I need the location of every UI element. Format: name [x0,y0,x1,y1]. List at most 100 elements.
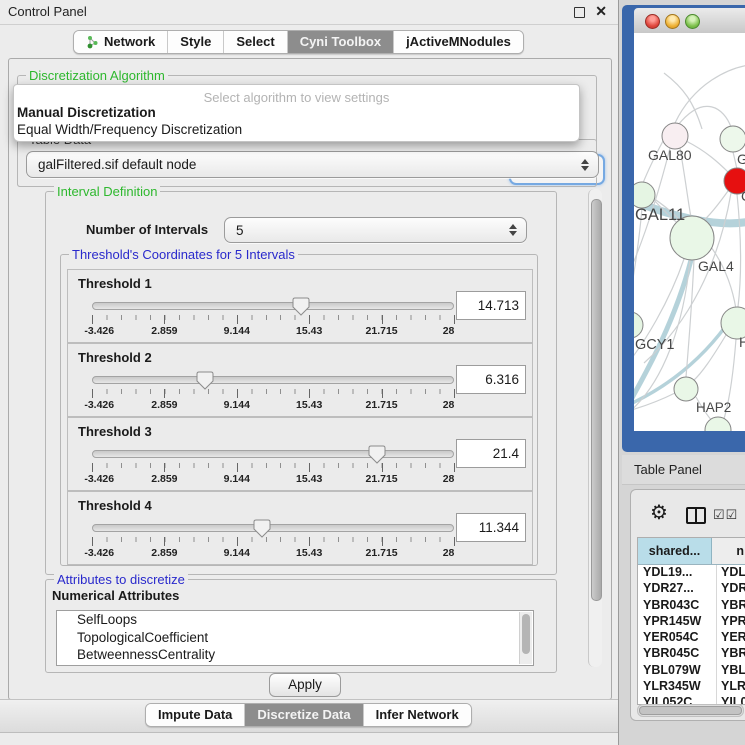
pane-scrollbar-thumb[interactable] [591,199,602,601]
network-node-hap2[interactable] [674,377,698,401]
slider-track[interactable] [92,450,454,458]
pane-scrollbar[interactable] [588,189,602,667]
slider-tick-labels: -3.426 2.859 9.144 15.43 21.715 28 [92,325,454,337]
table-row[interactable]: YBR045CYBR0 [638,646,745,662]
table-data-combobox[interactable]: galFiltered.sif default node [26,151,599,178]
network-graph: GAL80 G C GAL11 GAL4 GCY1 H HAP2 [634,33,745,431]
tab-discretize-data[interactable]: Discretize Data [245,704,363,726]
split-columns-icon[interactable] [686,507,706,524]
control-panel-titlebar: Control Panel ✕ [0,0,618,25]
tab-infer-network[interactable]: Infer Network [364,704,471,726]
table-row[interactable]: YDL19...YDL1 [638,565,745,581]
number-of-intervals-value: 5 [236,223,244,238]
control-panel-tabs: Network Style Select Cyni Toolbox jActiv… [73,30,524,54]
table-horizontal-scrollbar[interactable] [637,704,744,717]
apply-button[interactable]: Apply [269,673,341,697]
table-row[interactable]: YPR145WYPR1 [638,614,745,630]
dropdown-option-equal-width[interactable]: Equal Width/Frequency Discretization [16,122,577,139]
attributes-group-label: Attributes to discretize [54,572,188,587]
dropdown-option-manual-discretization[interactable]: Manual Discretization [16,105,577,122]
gear-icon[interactable]: ⚙ [650,503,668,523]
slider-track[interactable] [92,376,454,384]
slider-ticks [92,389,454,398]
attributes-group: Attributes to discretize Numerical Attri… [45,579,557,673]
slider-tick-labels: -3.426 2.859 9.144 15.43 21.715 28 [92,399,454,411]
zoom-traffic-light[interactable] [685,14,700,29]
list-item[interactable]: SelfLoops [57,611,533,629]
threshold-1-panel: Threshold 1 -3.426 [67,269,533,343]
checkbox-icons[interactable]: ☑☑ [713,507,738,523]
table-row[interactable]: YER054CYER0 [638,630,745,646]
node-label-clipped: G [737,151,745,167]
combo-arrows-icon [581,159,589,171]
threshold-3-value-field[interactable]: 21.4 [456,439,526,468]
combo-arrows-icon [509,224,517,236]
threshold-1-label: Threshold 1 [78,276,152,291]
tab-style[interactable]: Style [168,31,224,53]
threshold-3-slider: -3.426 2.859 9.144 15.43 21.715 28 [92,448,454,484]
table-row[interactable]: YBR043CYBR0 [638,598,745,614]
list-item[interactable]: TopologicalCoefficient [57,629,533,647]
threshold-2-label: Threshold 2 [78,350,152,365]
close-traffic-light[interactable] [645,14,660,29]
threshold-1-slider: -3.426 2.859 9.144 15.43 21.715 28 [92,300,454,336]
cyni-toolbox-pane: Discretization Algorithm Table Data galF… [8,58,612,700]
network-node[interactable] [705,417,731,431]
table-panel-title: Table Panel [634,462,702,477]
numerical-attributes-list[interactable]: SelfLoops TopologicalCoefficient Between… [56,610,534,666]
network-node[interactable] [720,126,745,152]
control-panel-title: Control Panel [8,4,87,19]
cyni-bottom-tabs: Impute Data Discretize Data Infer Networ… [145,703,472,727]
node-label-gal80: GAL80 [648,147,692,163]
tab-jactivemnodules[interactable]: jActiveMNodules [394,31,523,53]
threshold-2-panel: Threshold 2 -3.426 [67,343,533,417]
tab-network-label: Network [104,34,155,49]
list-item[interactable]: BetweennessCentrality [57,646,533,664]
tab-network[interactable]: Network [74,31,168,53]
tab-impute-data[interactable]: Impute Data [146,704,245,726]
numerical-attributes-label: Numerical Attributes [52,588,179,603]
thresholds-group: Threshold's Coordinates for 5 Intervals … [60,254,538,566]
algorithm-dropdown-popup: Select algorithm to view settings Manual… [13,84,580,142]
threshold-2-value-field[interactable]: 6.316 [456,365,526,394]
slider-tick-labels: -3.426 2.859 9.144 15.43 21.715 28 [92,547,454,559]
discretization-algorithm-label: Discretization Algorithm [26,68,168,83]
slider-tick-labels: -3.426 2.859 9.144 15.43 21.715 28 [92,473,454,485]
network-canvas[interactable]: GAL80 G C GAL11 GAL4 GCY1 H HAP2 [634,33,745,431]
table-header-row: shared... n [638,538,745,565]
list-scrollbar[interactable] [519,612,532,664]
network-icon [86,35,99,49]
number-of-intervals-label: Number of Intervals [86,222,208,237]
node-label-gcy1: GCY1 [635,337,675,353]
slider-track[interactable] [92,524,454,532]
tab-select[interactable]: Select [224,31,287,53]
close-icon[interactable]: ✕ [595,3,607,20]
network-view-window: GAL80 G C GAL11 GAL4 GCY1 H HAP2 [622,5,745,452]
threshold-3-panel: Threshold 3 -3.426 [67,417,533,491]
node-label-hap2: HAP2 [696,400,731,415]
node-attribute-table[interactable]: shared... n YDL19...YDL1 YDR27...YDR2 YB… [637,537,745,705]
threshold-3-label: Threshold 3 [78,424,152,439]
threshold-1-value-field[interactable]: 14.713 [456,291,526,320]
minimize-traffic-light[interactable] [665,14,680,29]
control-panel: Control Panel ✕ Network Style Select Cyn… [0,0,619,745]
number-of-intervals-combobox[interactable]: 5 [224,217,527,243]
network-node-gal11[interactable] [634,182,655,208]
network-node-gal80[interactable] [662,123,688,149]
table-row[interactable]: YDR27...YDR2 [638,581,745,597]
threshold-4-value-field[interactable]: 11.344 [456,513,526,542]
slider-track[interactable] [92,302,454,310]
table-scrollbar-thumb[interactable] [639,706,742,715]
table-row[interactable]: YBL079WYBL0 [638,663,745,679]
float-window-icon[interactable] [574,7,585,18]
column-header-name[interactable]: n [712,538,745,564]
slider-ticks [92,315,454,324]
network-node-gcy1[interactable] [634,312,643,338]
table-row[interactable]: YLR345WYLR3 [638,679,745,695]
column-header-shared-name[interactable]: shared... [638,538,712,564]
thresholds-group-label: Threshold's Coordinates for 5 Intervals [69,247,298,262]
table-data-value: galFiltered.sif default node [38,157,196,172]
slider-ticks [92,463,454,472]
tab-cyni-toolbox[interactable]: Cyni Toolbox [288,31,394,53]
threshold-2-slider: -3.426 2.859 9.144 15.43 21.715 28 [92,374,454,410]
